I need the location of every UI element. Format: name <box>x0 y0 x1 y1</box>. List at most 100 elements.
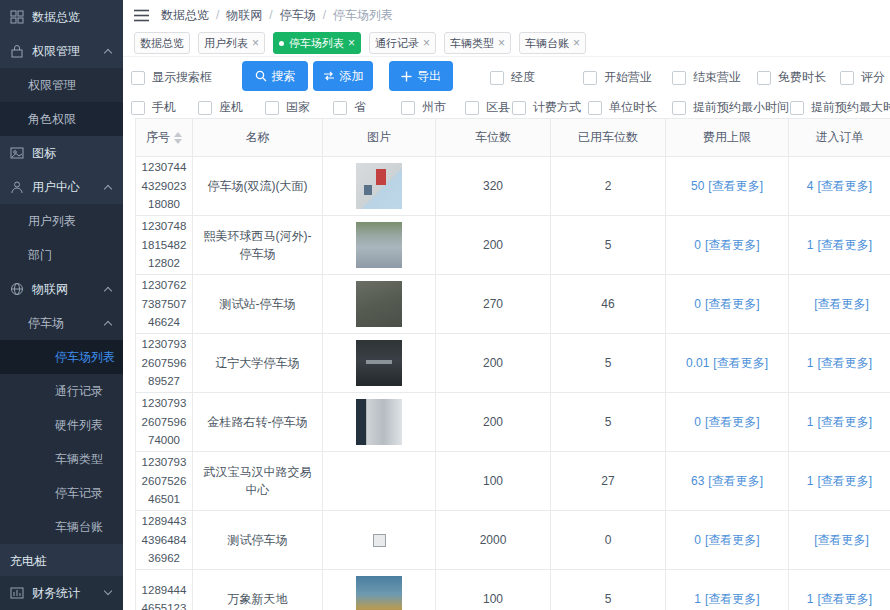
breadcrumb-item[interactable]: 停车场 <box>280 7 316 24</box>
table-row: 1289443439648436962 测试停车场 2000 0 0[查看更多]… <box>136 511 890 570</box>
filter-checkbox-mobile[interactable]: 手机 <box>131 99 176 116</box>
filter-checkbox-landline[interactable]: 座机 <box>198 99 243 116</box>
dashboard-icon <box>10 10 24 24</box>
sidebar-item-role-permission[interactable]: 角色权限 <box>0 102 123 136</box>
table-row: 1230744432902318080 停车场(双流)(大面) 320 2 50… <box>136 157 890 216</box>
sidebar-item-charging[interactable]: 充电桩 <box>0 544 123 578</box>
sort-icon[interactable] <box>174 132 182 144</box>
sidebar-group-parking[interactable]: 停车场 <box>0 306 123 340</box>
filter-checkbox-longitude[interactable]: 经度 <box>490 69 535 86</box>
view-more-link[interactable]: [查看更多] <box>713 356 768 370</box>
tab-overview[interactable]: 数据总览 <box>134 32 190 54</box>
header-spaces: 车位数 <box>436 119 551 157</box>
sidebar-group-finance[interactable]: 财务统计 <box>0 576 123 610</box>
parking-lot-thumbnail <box>356 340 402 386</box>
sidebar-item-permission-mgmt[interactable]: 权限管理 <box>0 68 123 102</box>
filter-checkbox-open-time[interactable]: 开始营业 <box>583 69 652 86</box>
filter-checkbox-unit-duration[interactable]: 单位时长 <box>588 99 657 116</box>
sidebar-item-user-list[interactable]: 用户列表 <box>0 204 123 238</box>
view-more-link[interactable]: [查看更多] <box>818 238 873 252</box>
sidebar-item-department[interactable]: 部门 <box>0 238 123 272</box>
tab-vehicle-type[interactable]: 车辆类型× <box>444 32 511 54</box>
lot-id: 1230748181548212802 <box>136 216 193 275</box>
chart-icon <box>10 586 24 600</box>
lot-id: 1230762738750746624 <box>136 275 193 334</box>
header-fee-cap: 费用上限 <box>666 119 789 157</box>
lot-id: 1230793260759674000 <box>136 393 193 452</box>
view-more-link[interactable]: [查看更多] <box>814 533 869 547</box>
view-more-link[interactable]: [查看更多] <box>818 474 873 488</box>
sidebar-item-passage-records[interactable]: 通行记录 <box>0 374 123 408</box>
used-count: 0 <box>551 511 666 570</box>
filter-checkbox-rating[interactable]: 评分 <box>840 69 885 86</box>
close-icon[interactable]: × <box>252 37 259 49</box>
filter-checkbox-free-duration[interactable]: 免费时长 <box>757 69 826 86</box>
lot-id: 1230793260759689527 <box>136 334 193 393</box>
view-more-link[interactable]: [查看更多] <box>818 592 873 606</box>
view-more-link[interactable]: [查看更多] <box>814 297 869 311</box>
sidebar-item-parking-records[interactable]: 停车记录 <box>0 476 123 510</box>
close-icon[interactable]: × <box>423 37 430 49</box>
breadcrumb-item[interactable]: 数据总览 <box>161 7 209 24</box>
checkbox[interactable] <box>131 71 145 85</box>
tab-vehicle-ledger[interactable]: 车辆台账× <box>519 32 586 54</box>
search-button[interactable]: 搜索 <box>242 61 308 91</box>
filter-checkbox-max-booking[interactable]: 提前预约最大时间 <box>790 99 890 116</box>
chevron-up-icon <box>104 49 112 57</box>
view-more-link[interactable]: [查看更多] <box>708 474 763 488</box>
parking-lot-thumbnail <box>356 163 402 209</box>
view-more-link[interactable]: [查看更多] <box>818 356 873 370</box>
view-more-link[interactable]: [查看更多] <box>818 179 873 193</box>
view-more-link[interactable]: [查看更多] <box>705 592 760 606</box>
sidebar-group-permission[interactable]: 权限管理 <box>0 34 123 68</box>
parking-lot-table: 序号 名称 图片 车位数 已用车位数 费用上限 进入订单 12307444329… <box>135 118 890 610</box>
filter-checkbox-province[interactable]: 省 <box>333 99 366 116</box>
spaces-count: 200 <box>436 334 551 393</box>
filter-checkbox-billing[interactable]: 计费方式 <box>512 99 581 116</box>
spaces-count: 100 <box>436 452 551 511</box>
sidebar-item-parking-list[interactable]: 停车场列表 <box>0 340 123 374</box>
view-more-link[interactable]: [查看更多] <box>705 415 760 429</box>
view-more-link[interactable]: [查看更多] <box>705 238 760 252</box>
breadcrumb-item[interactable]: 物联网 <box>226 7 262 24</box>
filter-checkbox-country[interactable]: 国家 <box>265 99 310 116</box>
spaces-count: 2000 <box>436 511 551 570</box>
spaces-count: 320 <box>436 157 551 216</box>
filter-checkbox-min-booking[interactable]: 提前预约最小时间 <box>672 99 789 116</box>
sidebar-item-hardware-list[interactable]: 硬件列表 <box>0 408 123 442</box>
header-used-spaces: 已用车位数 <box>551 119 666 157</box>
used-count: 27 <box>551 452 666 511</box>
close-icon[interactable]: × <box>348 37 355 49</box>
lot-name: 测试站-停车场 <box>193 275 323 334</box>
sidebar-item-overview[interactable]: 数据总览 <box>0 0 123 34</box>
lot-id: 1230744432902318080 <box>136 157 193 216</box>
collapse-menu-icon[interactable] <box>134 9 149 22</box>
table-header-row: 序号 名称 图片 车位数 已用车位数 费用上限 进入订单 <box>136 119 890 157</box>
close-icon[interactable]: × <box>498 37 505 49</box>
sidebar-item-icons[interactable]: 图标 <box>0 136 123 170</box>
swap-icon <box>323 71 335 81</box>
show-search-checkbox[interactable]: 显示搜索框 <box>131 69 212 86</box>
lot-id: 1289443439648436962 <box>136 511 193 570</box>
lot-id: 12894444655123 <box>136 570 193 610</box>
spaces-count: 200 <box>436 216 551 275</box>
tab-passage-records[interactable]: 通行记录× <box>369 32 436 54</box>
view-more-link[interactable]: [查看更多] <box>818 415 873 429</box>
sidebar-item-vehicle-ledger[interactable]: 车辆台账 <box>0 510 123 544</box>
filter-checkbox-district[interactable]: 区县 <box>465 99 510 116</box>
filter-checkbox-close-time[interactable]: 结束营业 <box>672 69 741 86</box>
spaces-count: 270 <box>436 275 551 334</box>
sidebar-group-user-center[interactable]: 用户中心 <box>0 170 123 204</box>
header-index[interactable]: 序号 <box>136 119 193 157</box>
sidebar-item-vehicle-type[interactable]: 车辆类型 <box>0 442 123 476</box>
export-button[interactable]: 导出 <box>389 61 453 91</box>
add-button[interactable]: 添加 <box>313 61 373 91</box>
view-more-link[interactable]: [查看更多] <box>705 297 760 311</box>
view-more-link[interactable]: [查看更多] <box>708 179 763 193</box>
view-more-link[interactable]: [查看更多] <box>705 533 760 547</box>
sidebar-group-iot[interactable]: 物联网 <box>0 272 123 306</box>
tab-user-list[interactable]: 用户列表× <box>198 32 265 54</box>
filter-checkbox-city[interactable]: 州市 <box>401 99 446 116</box>
close-icon[interactable]: × <box>573 37 580 49</box>
tab-parking-list-active[interactable]: 停车场列表× <box>273 32 361 54</box>
